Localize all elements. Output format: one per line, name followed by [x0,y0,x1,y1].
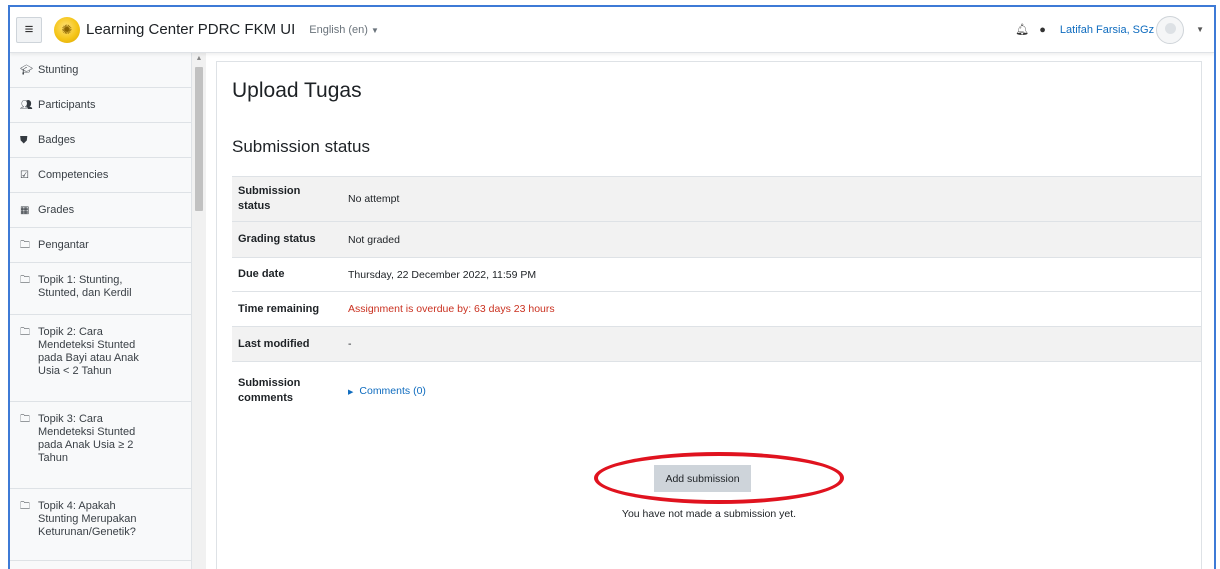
section-title: Submission status [232,137,370,156]
users-icon: 👥︎ [20,100,33,111]
menu-icon[interactable]: ≡ [16,16,42,43]
row-label: Time remaining [238,302,320,315]
course-navigation-drawer: 🎓︎ Stunting 👥︎ Participants ⛊ Badges ☑ C… [10,53,192,569]
sidebar-item-grades[interactable]: ▦ Grades [10,193,191,228]
table-row: Due date Thursday, 22 December 2022, 11:… [232,257,1201,292]
sidebar-item-label: Grades [38,204,75,216]
sidebar-item-competencies[interactable]: ☑ Competencies [10,158,191,193]
language-label: English (en) [309,23,368,36]
row-value: Thursday, 22 December 2022, 11:59 PM [348,268,537,281]
chat-icon[interactable]: ● [1039,24,1046,36]
comments-label: Comments (0) [359,384,426,397]
main-content: Upload Tugas Submission status Submissio… [216,61,1202,569]
sidebar-item-participants[interactable]: 👥︎ Participants [10,88,191,123]
table-row: Last modified - [232,326,1201,362]
sidebar-item-topik-3[interactable]: 🗀 Topik 3: Cara Mendeteksi Stunted pada … [10,402,191,489]
folder-icon: 🗀 [20,414,30,425]
row-label: Grading status [238,233,316,245]
table-row: Time remaining Assignment is overdue by:… [232,291,1201,327]
sidebar-item-label: Badges [38,134,76,146]
browser-frame: ≡ ✺ Learning Center PDRC FKM UI English … [8,5,1216,569]
sidebar-item-stunting[interactable]: 🎓︎ Stunting [10,53,191,88]
table-icon: ▦ [20,205,30,216]
scrollbar-thumb[interactable] [195,67,203,211]
sidebar-item-pengantar[interactable]: 🗀 Pengantar [10,228,191,263]
folder-icon: 🗀 [20,275,30,286]
folder-icon: 🗀 [20,240,30,251]
comments-link[interactable]: ▶ Comments (0) [348,385,426,397]
add-submission-button[interactable]: Add submission [654,465,751,492]
graduation-cap-icon: 🎓︎ [20,65,33,76]
row-value: ▶ Comments (0) [338,362,1201,420]
row-label: Submission comments [238,376,301,404]
sidebar-item-label: Topik 2: Cara Mendeteksi Stunted pada Ba… [38,326,139,377]
sidebar-item-label: Competencies [38,169,109,181]
folder-icon: 🗀 [20,327,30,338]
chevron-down-icon: ▼ [370,25,379,35]
submission-status-table: Submission status No attempt Grading sta… [232,176,1201,420]
checkbox-icon: ☑ [20,170,29,181]
page-title: Upload Tugas [232,79,362,102]
row-value: - [348,338,352,350]
overdue-value: Assignment is overdue by: 63 days 23 hou… [348,303,555,315]
table-row: Submission status No attempt [232,176,1201,222]
caret-right-icon: ▶ [348,388,354,396]
sidebar-item-label: Participants [38,99,96,111]
row-label: Due date [238,268,285,280]
sidebar-item-label: Topik 1: Stunting, Stunted, dan Kerdil [38,274,132,299]
sidebar-item-label: Topik 4: Apakah Stunting Merupakan Ketur… [38,500,137,538]
user-name[interactable]: Latifah Farsia, SGz [1060,24,1154,36]
folder-icon: 🗀 [20,501,30,512]
bell-icon[interactable]: 🔔︎ [1015,23,1029,36]
table-row: Grading status Not graded [232,221,1201,258]
site-logo[interactable]: ✺ [54,16,80,43]
user-area: 🔔︎ ● Latifah Farsia, SGz ▼ [1015,15,1204,44]
row-label: Submission status [238,185,301,212]
table-row: Submission comments ▶ Comments (0) [232,361,1201,420]
submission-note: You have not made a submission yet. [621,508,797,520]
sidebar-item-badges[interactable]: ⛊ Badges [10,123,191,158]
sidebar-item-label: Topik 3: Cara Mendeteksi Stunted pada An… [38,413,136,464]
site-name[interactable]: Learning Center PDRC FKM UI [86,21,295,38]
scroll-up-arrow-icon[interactable]: ▲ [192,55,206,62]
user-menu-chevron-down-icon[interactable]: ▼ [1196,25,1204,34]
sidebar-item-topik-2[interactable]: 🗀 Topik 2: Cara Mendeteksi Stunted pada … [10,315,191,402]
row-value: No attempt [348,193,400,205]
sidebar-item-topik-1[interactable]: 🗀 Topik 1: Stunting, Stunted, dan Kerdil [10,263,191,315]
sidebar-scrollbar[interactable]: ▲ [192,53,206,569]
sidebar-item-label: Pengantar [38,239,89,251]
sidebar-item-topik-4[interactable]: 🗀 Topik 4: Apakah Stunting Merupakan Ket… [10,489,191,561]
row-value: Not graded [348,233,400,246]
sidebar-item-label: Stunting [38,64,79,76]
shield-icon: ⛊ [20,135,28,146]
avatar[interactable] [1156,15,1185,44]
navbar: ≡ ✺ Learning Center PDRC FKM UI English … [10,7,1214,53]
language-menu[interactable]: English (en) ▼ [309,24,379,36]
row-label: Last modified [238,337,310,350]
